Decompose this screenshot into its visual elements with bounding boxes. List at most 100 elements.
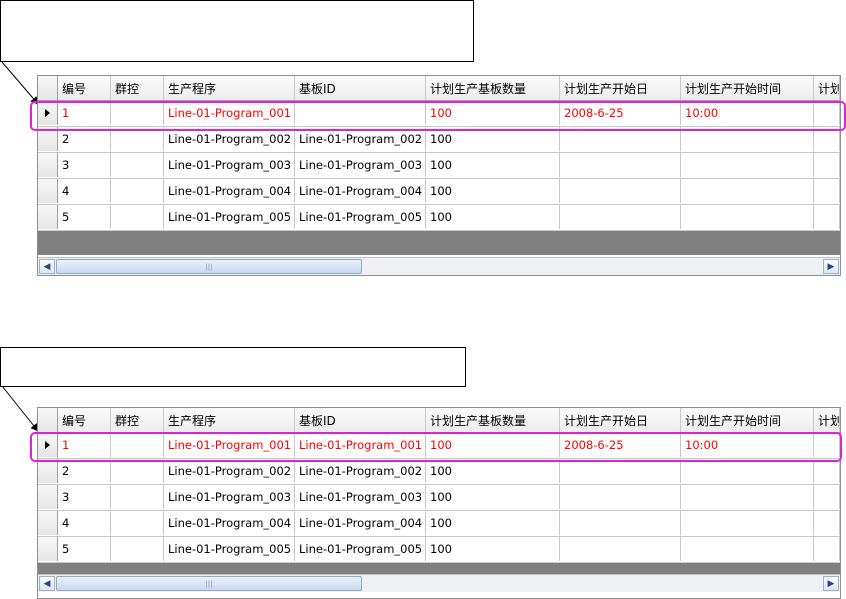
grid-header: 编号 群控 生产程序 基板ID 计划生产基板数量 计划生产开始日 计划生产开始时… xyxy=(38,76,840,101)
scroll-track[interactable]: ||| xyxy=(56,576,822,591)
row-header[interactable] xyxy=(38,459,58,483)
cell-group[interactable] xyxy=(111,205,164,229)
col-header-group[interactable]: 群控 xyxy=(111,408,164,432)
cell-board[interactable]: Line-01-Program_002 xyxy=(295,459,426,483)
cell-id[interactable]: 4 xyxy=(58,511,111,535)
cell-program[interactable]: Line-01-Program_002 xyxy=(164,459,295,483)
cell-more[interactable] xyxy=(814,459,840,483)
cell-board[interactable]: Line-01-Program_004 xyxy=(295,179,426,203)
table-row[interactable]: 5 Line-01-Program_005 Line-01-Program_005 1… xyxy=(38,205,840,231)
cell-group[interactable] xyxy=(111,179,164,203)
cell-date[interactable] xyxy=(560,537,681,561)
cell-program[interactable]: Line-01-Program_003 xyxy=(164,153,295,177)
cell-program[interactable]: Line-01-Program_004 xyxy=(164,179,295,203)
table-row[interactable]: 5 Line-01-Program_005 Line-01-Program_005 1… xyxy=(38,537,840,563)
col-header-id[interactable]: 编号 xyxy=(58,76,111,100)
cell-qty[interactable]: 100 xyxy=(426,511,560,535)
scroll-track[interactable]: ||| xyxy=(56,259,822,274)
cell-board[interactable]: Line-01-Program_003 xyxy=(295,485,426,509)
cell-id[interactable]: 3 xyxy=(58,485,111,509)
cell-time[interactable] xyxy=(681,511,814,535)
cell-qty[interactable]: 100 xyxy=(426,459,560,483)
cell-time[interactable] xyxy=(681,485,814,509)
horizontal-scrollbar[interactable]: ◀ ||| ▶ xyxy=(38,574,840,592)
col-header-start-time[interactable]: 计划生产开始时间 xyxy=(681,408,814,432)
col-header-board-id[interactable]: 基板ID xyxy=(295,76,426,100)
row-header[interactable] xyxy=(38,179,58,203)
col-header-board-id[interactable]: 基板ID xyxy=(295,408,426,432)
highlight-row-before xyxy=(30,101,846,131)
cell-time[interactable] xyxy=(681,205,814,229)
cell-program[interactable]: Line-01-Program_003 xyxy=(164,485,295,509)
scroll-right-icon[interactable]: ▶ xyxy=(823,576,839,591)
cell-id[interactable]: 4 xyxy=(58,179,111,203)
grid-empty-area xyxy=(38,231,840,255)
cell-group[interactable] xyxy=(111,459,164,483)
table-row[interactable]: 2 Line-01-Program_002 Line-01-Program_002 1… xyxy=(38,459,840,485)
cell-program[interactable]: Line-01-Program_005 xyxy=(164,205,295,229)
col-header-more[interactable]: 计划 xyxy=(814,76,840,100)
cell-id[interactable]: 3 xyxy=(58,153,111,177)
cell-qty[interactable]: 100 xyxy=(426,153,560,177)
col-header-more[interactable]: 计划 xyxy=(814,408,840,432)
col-header-start-time[interactable]: 计划生产开始时间 xyxy=(681,76,814,100)
cell-qty[interactable]: 100 xyxy=(426,205,560,229)
table-row[interactable]: 4 Line-01-Program_004 Line-01-Program_004 1… xyxy=(38,511,840,537)
scroll-left-icon[interactable]: ◀ xyxy=(39,259,55,274)
cell-program[interactable]: Line-01-Program_004 xyxy=(164,511,295,535)
cell-time[interactable] xyxy=(681,179,814,203)
cell-date[interactable] xyxy=(560,459,681,483)
scroll-thumb[interactable]: ||| xyxy=(56,576,362,591)
col-header-program[interactable]: 生产程序 xyxy=(164,408,295,432)
cell-date[interactable] xyxy=(560,205,681,229)
cell-time[interactable] xyxy=(681,459,814,483)
table-row[interactable]: 3 Line-01-Program_003 Line-01-Program_003 1… xyxy=(38,485,840,511)
row-header[interactable] xyxy=(38,485,58,509)
row-header[interactable] xyxy=(38,205,58,229)
cell-board[interactable]: Line-01-Program_003 xyxy=(295,153,426,177)
cell-group[interactable] xyxy=(111,153,164,177)
cell-more[interactable] xyxy=(814,179,840,203)
cell-id[interactable]: 5 xyxy=(58,205,111,229)
cell-board[interactable]: Line-01-Program_004 xyxy=(295,511,426,535)
cell-date[interactable] xyxy=(560,511,681,535)
col-header-qty[interactable]: 计划生产基板数量 xyxy=(426,76,560,100)
cell-group[interactable] xyxy=(111,537,164,561)
cell-qty[interactable]: 100 xyxy=(426,485,560,509)
header-corner xyxy=(38,408,58,432)
col-header-start-date[interactable]: 计划生产开始日 xyxy=(560,408,681,432)
cell-time[interactable] xyxy=(681,537,814,561)
table-row[interactable]: 3 Line-01-Program_003 Line-01-Program_003 1… xyxy=(38,153,840,179)
col-header-qty[interactable]: 计划生产基板数量 xyxy=(426,408,560,432)
cell-program[interactable]: Line-01-Program_005 xyxy=(164,537,295,561)
cell-date[interactable] xyxy=(560,153,681,177)
horizontal-scrollbar[interactable]: ◀ ||| ▶ xyxy=(38,257,840,275)
scroll-left-icon[interactable]: ◀ xyxy=(39,576,55,591)
cell-more[interactable] xyxy=(814,511,840,535)
row-header[interactable] xyxy=(38,537,58,561)
row-header[interactable] xyxy=(38,511,58,535)
col-header-group[interactable]: 群控 xyxy=(111,76,164,100)
scroll-right-icon[interactable]: ▶ xyxy=(823,259,839,274)
cell-more[interactable] xyxy=(814,537,840,561)
cell-qty[interactable]: 100 xyxy=(426,179,560,203)
cell-time[interactable] xyxy=(681,153,814,177)
cell-group[interactable] xyxy=(111,511,164,535)
cell-date[interactable] xyxy=(560,485,681,509)
cell-more[interactable] xyxy=(814,153,840,177)
cell-board[interactable]: Line-01-Program_005 xyxy=(295,205,426,229)
cell-qty[interactable]: 100 xyxy=(426,537,560,561)
col-header-start-date[interactable]: 计划生产开始日 xyxy=(560,76,681,100)
cell-board[interactable]: Line-01-Program_005 xyxy=(295,537,426,561)
scroll-thumb[interactable]: ||| xyxy=(56,259,362,274)
row-header[interactable] xyxy=(38,153,58,177)
cell-more[interactable] xyxy=(814,485,840,509)
cell-date[interactable] xyxy=(560,179,681,203)
cell-id[interactable]: 2 xyxy=(58,459,111,483)
cell-id[interactable]: 5 xyxy=(58,537,111,561)
col-header-program[interactable]: 生产程序 xyxy=(164,76,295,100)
col-header-id[interactable]: 编号 xyxy=(58,408,111,432)
cell-more[interactable] xyxy=(814,205,840,229)
cell-group[interactable] xyxy=(111,485,164,509)
table-row[interactable]: 4 Line-01-Program_004 Line-01-Program_004 1… xyxy=(38,179,840,205)
